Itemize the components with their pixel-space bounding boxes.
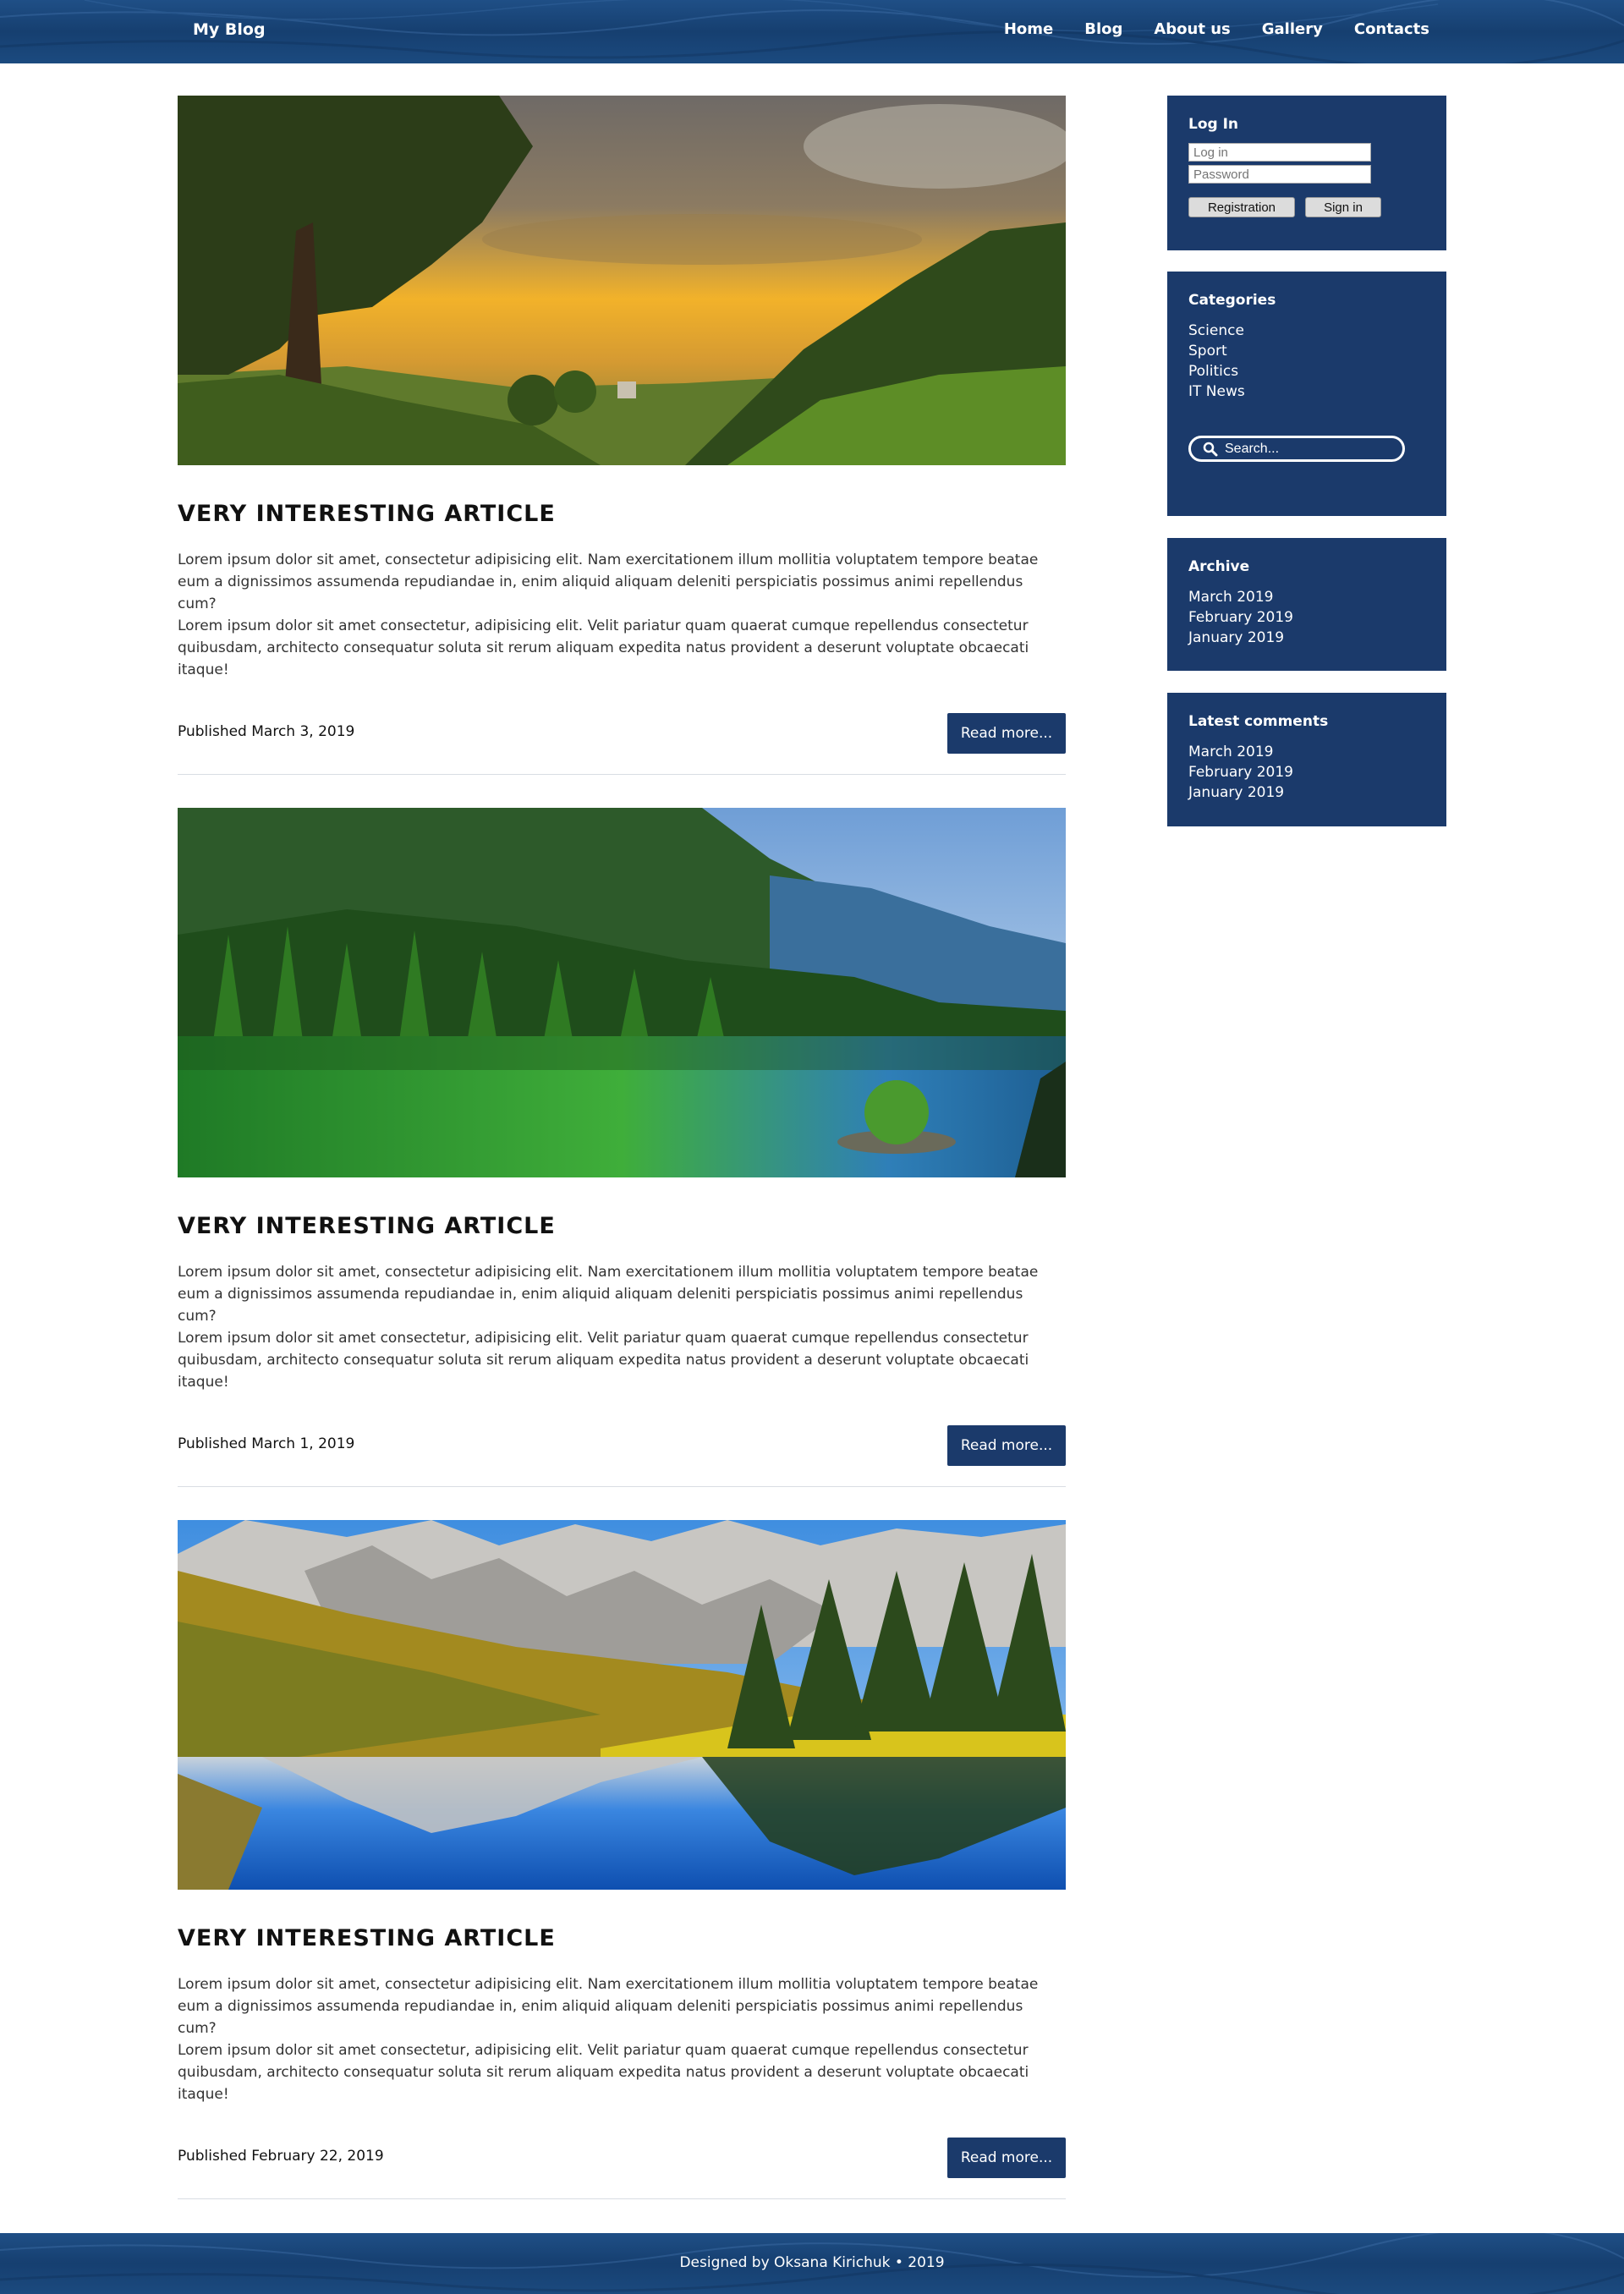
categories-widget: Categories Science Sport Politics IT New… [1167, 272, 1446, 516]
archive-list: March 2019 February 2019 January 2019 [1188, 587, 1425, 648]
post-image-sunset-valley [178, 96, 1066, 465]
archive-link[interactable]: February 2019 [1188, 607, 1425, 628]
password-field[interactable] [1188, 165, 1371, 184]
nav-home[interactable]: Home [1004, 20, 1053, 38]
registration-button[interactable]: Registration [1188, 197, 1295, 217]
categories-title: Categories [1188, 292, 1276, 309]
post-meta: Published March 3, 2019 Read more... [178, 713, 1066, 754]
archive-link[interactable]: March 2019 [1188, 587, 1425, 607]
post-divider [178, 2198, 1066, 2199]
search-box [1188, 436, 1405, 462]
latest-comments-widget: Latest comments March 2019 February 2019… [1167, 693, 1446, 826]
post-excerpt-paragraph: Lorem ipsum dolor sit amet consectetur, … [178, 2042, 1029, 2103]
post-meta: Published March 1, 2019 Read more... [178, 1425, 1066, 1466]
blog-post: VERY INTERESTING ARTICLE Lorem ipsum dol… [178, 96, 1066, 775]
post-excerpt-paragraph: Lorem ipsum dolor sit amet consectetur, … [178, 1330, 1029, 1391]
post-excerpt: Lorem ipsum dolor sit amet, consectetur … [178, 1973, 1066, 2105]
nav-about-us[interactable]: About us [1154, 20, 1230, 38]
nav-blog[interactable]: Blog [1084, 20, 1122, 38]
post-image-mountain-lake [178, 808, 1066, 1177]
nav-gallery[interactable]: Gallery [1262, 20, 1323, 38]
category-link-politics[interactable]: Politics [1188, 361, 1425, 381]
post-divider [178, 1486, 1066, 1487]
category-link-science[interactable]: Science [1188, 321, 1425, 341]
post-title: VERY INTERESTING ARTICLE [178, 1925, 556, 1951]
post-excerpt-paragraph: Lorem ipsum dolor sit amet, consectetur … [178, 552, 1039, 612]
post-date: Published March 1, 2019 [178, 1435, 355, 1452]
categories-list: Science Sport Politics IT News [1188, 321, 1425, 402]
latest-comments-title: Latest comments [1188, 713, 1329, 730]
post-date: Published February 22, 2019 [178, 2148, 384, 2165]
latest-comments-list: March 2019 February 2019 January 2019 [1188, 742, 1425, 803]
site-header: My Blog Home Blog About us Gallery Conta… [0, 0, 1624, 63]
post-title: VERY INTERESTING ARTICLE [178, 501, 556, 527]
post-excerpt: Lorem ipsum dolor sit amet, consectetur … [178, 1261, 1066, 1393]
post-divider [178, 774, 1066, 775]
archive-widget: Archive March 2019 February 2019 January… [1167, 538, 1446, 671]
post-excerpt-paragraph: Lorem ipsum dolor sit amet, consectetur … [178, 1976, 1039, 2037]
category-link-sport[interactable]: Sport [1188, 341, 1425, 361]
post-excerpt: Lorem ipsum dolor sit amet, consectetur … [178, 549, 1066, 681]
login-field[interactable] [1188, 143, 1371, 162]
site-logo-link[interactable]: My Blog [193, 20, 266, 39]
read-more-button[interactable]: Read more... [947, 713, 1066, 754]
post-excerpt-paragraph: Lorem ipsum dolor sit amet, consectetur … [178, 1264, 1039, 1325]
search-input[interactable] [1225, 441, 1385, 457]
nav-contacts[interactable]: Contacts [1354, 20, 1429, 38]
blog-post: VERY INTERESTING ARTICLE Lorem ipsum dol… [178, 1520, 1066, 2199]
read-more-button[interactable]: Read more... [947, 1425, 1066, 1466]
login-actions: Registration Sign in [1188, 197, 1425, 217]
sign-in-button[interactable]: Sign in [1305, 197, 1381, 217]
post-excerpt-paragraph: Lorem ipsum dolor sit amet consectetur, … [178, 617, 1029, 678]
blog-post: VERY INTERESTING ARTICLE Lorem ipsum dol… [178, 808, 1066, 1487]
archive-link[interactable]: January 2019 [1188, 628, 1425, 648]
post-title: VERY INTERESTING ARTICLE [178, 1213, 556, 1239]
comment-link[interactable]: February 2019 [1188, 762, 1425, 782]
category-link-it-news[interactable]: IT News [1188, 381, 1425, 402]
read-more-button[interactable]: Read more... [947, 2138, 1066, 2178]
archive-title: Archive [1188, 558, 1250, 575]
login-widget: Log In Registration Sign in [1167, 96, 1446, 250]
site-footer: Designed by Oksana Kirichuk • 2019 [0, 2233, 1624, 2294]
comment-link[interactable]: January 2019 [1188, 782, 1425, 803]
post-image-alpine-reflection [178, 1520, 1066, 1890]
post-date: Published March 3, 2019 [178, 723, 355, 740]
footer-credit: Designed by Oksana Kirichuk • 2019 [679, 2254, 945, 2271]
post-meta: Published February 22, 2019 Read more... [178, 2138, 1066, 2178]
main-nav: Home Blog About us Gallery Contacts [1004, 20, 1429, 38]
comment-link[interactable]: March 2019 [1188, 742, 1425, 762]
search-icon [1203, 442, 1218, 456]
login-title: Log In [1188, 116, 1239, 133]
